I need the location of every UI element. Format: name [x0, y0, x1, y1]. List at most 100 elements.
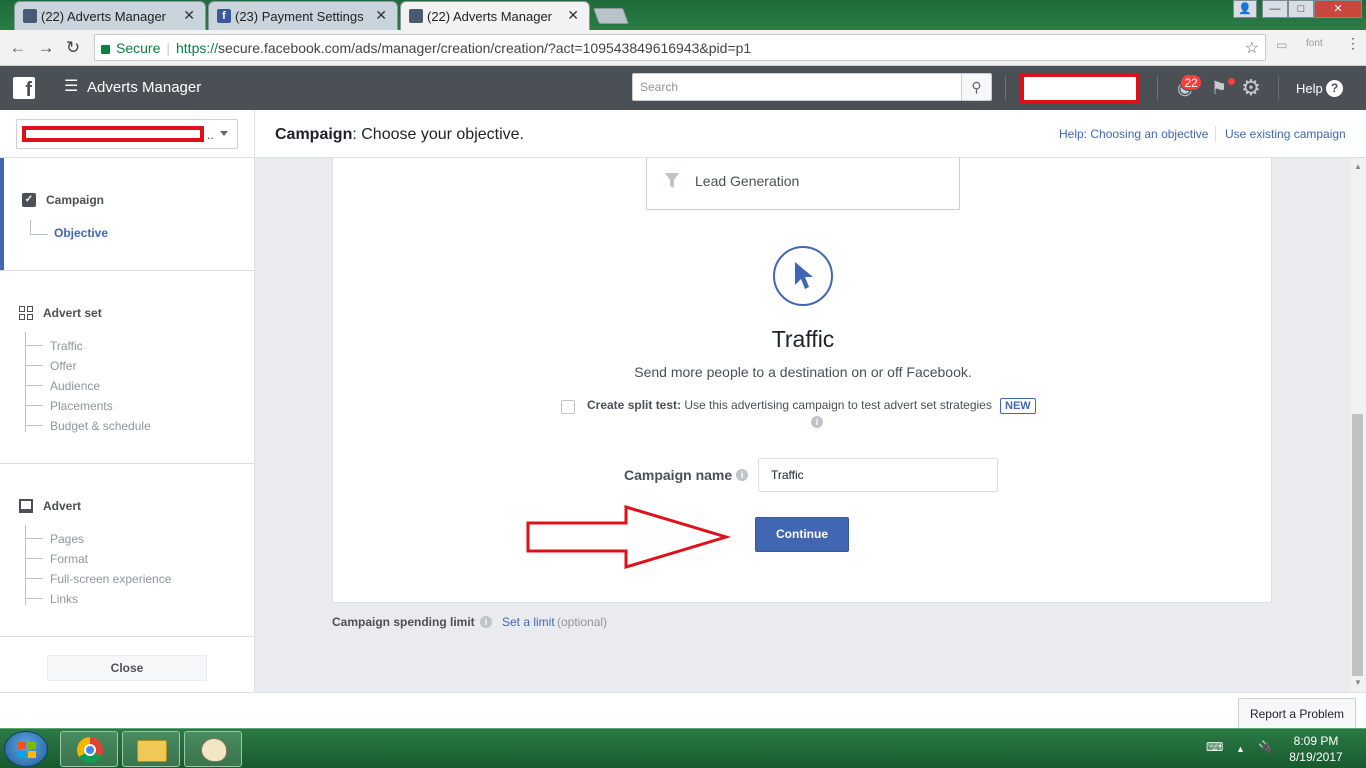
search-field[interactable]: [632, 73, 962, 101]
advert-icon: [19, 499, 33, 513]
close-icon[interactable]: ✕: [183, 7, 195, 24]
split-test-checkbox[interactable]: [561, 400, 575, 414]
sidebar-item-pages[interactable]: Pages: [50, 532, 84, 546]
app-title[interactable]: Adverts Manager: [87, 79, 201, 96]
gear-icon[interactable]: ⚙: [1240, 77, 1262, 99]
taskbar-clock[interactable]: 8:09 PM 8/19/2017: [1284, 733, 1348, 765]
scroll-up-icon[interactable]: ▲: [1354, 162, 1362, 171]
sidebar-item-traffic[interactable]: Traffic: [50, 339, 83, 353]
flag-icon[interactable]: ⚑: [1208, 77, 1230, 99]
search-icon[interactable]: ⚲: [961, 73, 992, 101]
clock-time: 8:09 PM: [1293, 734, 1339, 748]
sidebar-item-budget-schedule[interactable]: Budget & schedule: [50, 419, 151, 433]
close-button[interactable]: Close: [47, 655, 207, 681]
search-input[interactable]: [633, 74, 961, 100]
menu-icon[interactable]: ⋮: [1346, 35, 1360, 52]
bookmark-star-icon[interactable]: ☆: [1245, 38, 1259, 58]
funnel-icon: [665, 173, 679, 188]
report-problem-button[interactable]: Report a Problem: [1238, 698, 1356, 730]
lock-icon: [101, 45, 110, 54]
folder-icon: [137, 740, 167, 762]
browser-tab-payment-settings[interactable]: f (23) Payment Settings ✕: [208, 1, 398, 30]
objective-label: Lead Generation: [695, 173, 800, 189]
info-icon[interactable]: i: [811, 416, 823, 428]
sidebar-item-audience[interactable]: Audience: [50, 379, 100, 393]
grid-icon: [19, 306, 33, 320]
hamburger-menu-icon[interactable]: ☰: [64, 79, 78, 95]
sidebar-item-offer[interactable]: Offer: [50, 359, 76, 373]
page-title-bold: Campaign: [275, 126, 353, 143]
window-close-button[interactable]: ✕: [1314, 0, 1362, 18]
keyboard-tray-icon[interactable]: ⌨: [1206, 740, 1223, 754]
browser-tab-adverts-manager-1[interactable]: (22) Adverts Manager ✕: [14, 1, 206, 30]
scroll-thumb[interactable]: [1352, 414, 1363, 676]
windows-taskbar: [0, 728, 1366, 768]
browser-tab-adverts-manager-active[interactable]: (22) Adverts Manager ✕: [400, 1, 590, 30]
tab-title: (23) Payment Settings: [235, 8, 364, 24]
sidebar-item-format[interactable]: Format: [50, 552, 88, 566]
new-tab-button[interactable]: [593, 8, 629, 24]
red-arrow-annotation: [526, 505, 732, 569]
adverts-manager-icon: [23, 9, 37, 23]
forward-icon[interactable]: →: [35, 37, 57, 59]
start-button[interactable]: [4, 731, 48, 767]
maximize-button[interactable]: □: [1288, 0, 1314, 18]
sidebar-item-advert-set[interactable]: Advert set: [19, 306, 102, 320]
sidebar-item-links[interactable]: Links: [50, 592, 78, 606]
scroll-down-icon[interactable]: ▼: [1354, 678, 1362, 687]
help-link[interactable]: Help: [1296, 81, 1323, 96]
campaign-name-input[interactable]: [758, 458, 998, 492]
sidebar-item-label: Advert set: [43, 306, 102, 320]
info-icon[interactable]: i: [736, 469, 748, 481]
user-icon[interactable]: 👤: [1233, 0, 1257, 18]
main-content: Lead Generation Traffic Send more people…: [255, 158, 1350, 692]
sidebar-item-placements[interactable]: Placements: [50, 399, 113, 413]
taskbar-chrome[interactable]: [60, 731, 118, 767]
use-existing-campaign-link[interactable]: Use existing campaign: [1225, 127, 1346, 141]
reload-icon[interactable]: ↻: [62, 37, 84, 59]
campaign-name-label: Campaign name: [624, 467, 733, 483]
tray-expand-icon[interactable]: ▲: [1236, 744, 1245, 754]
continue-button[interactable]: Continue: [755, 517, 849, 552]
sidebar-item-campaign[interactable]: ✓ Campaign: [22, 193, 104, 207]
tree-line: [25, 365, 43, 366]
cursor-arrow-icon: [773, 246, 833, 306]
sidebar-item-full-screen[interactable]: Full-screen experience: [50, 572, 171, 586]
info-icon[interactable]: i: [480, 616, 492, 628]
tree-line: [25, 332, 26, 432]
fb-header: f ☰ Adverts Manager ⚲: [0, 66, 1366, 110]
divider: [1157, 76, 1158, 100]
help-question-icon[interactable]: ?: [1326, 80, 1343, 97]
taskbar-paint[interactable]: [184, 731, 242, 767]
font-extension-icon[interactable]: font: [1306, 38, 1323, 49]
keyboard-icon[interactable]: ▭: [1276, 38, 1287, 52]
power-tray-icon[interactable]: 🔌: [1258, 740, 1273, 754]
campaign-header: Campaign: Choose your objective. Help: C…: [255, 110, 1366, 158]
secure-label: Secure: [116, 39, 161, 56]
page-title: Campaign: Choose your objective.: [275, 126, 524, 144]
chevron-down-icon: [220, 131, 228, 136]
facebook-icon: f: [217, 9, 231, 23]
back-icon[interactable]: ←: [7, 37, 29, 59]
tree-line: [25, 425, 43, 426]
redacted-account-id: [22, 126, 204, 142]
tab-title: (22) Adverts Manager: [41, 8, 167, 24]
sidebar-item-advert[interactable]: Advert: [19, 499, 81, 513]
url-text: secure.facebook.com/ads/manager/creation…: [218, 39, 752, 56]
sidebar-item-objective[interactable]: Objective: [54, 226, 108, 240]
close-icon[interactable]: ✕: [375, 7, 387, 24]
redacted-account-name[interactable]: [1020, 73, 1140, 104]
set-limit-link[interactable]: Set a limit: [502, 615, 555, 629]
url-field[interactable]: Secure | https:// secure.facebook.com/ad…: [94, 34, 1266, 61]
tree-line: [25, 405, 43, 406]
divider: [1215, 126, 1216, 142]
minimize-button[interactable]: —: [1262, 0, 1288, 18]
taskbar-explorer[interactable]: [122, 731, 180, 767]
facebook-logo-icon[interactable]: f: [13, 77, 35, 101]
scrollbar[interactable]: ▲ ▼: [1350, 158, 1366, 692]
alert-dot: [1228, 78, 1235, 85]
close-icon[interactable]: ✕: [567, 7, 579, 24]
help-choosing-objective-link[interactable]: Help: Choosing an objective: [1059, 127, 1208, 141]
objective-option-lead-generation[interactable]: Lead Generation: [646, 158, 960, 210]
account-selector[interactable]: ..: [16, 119, 238, 149]
